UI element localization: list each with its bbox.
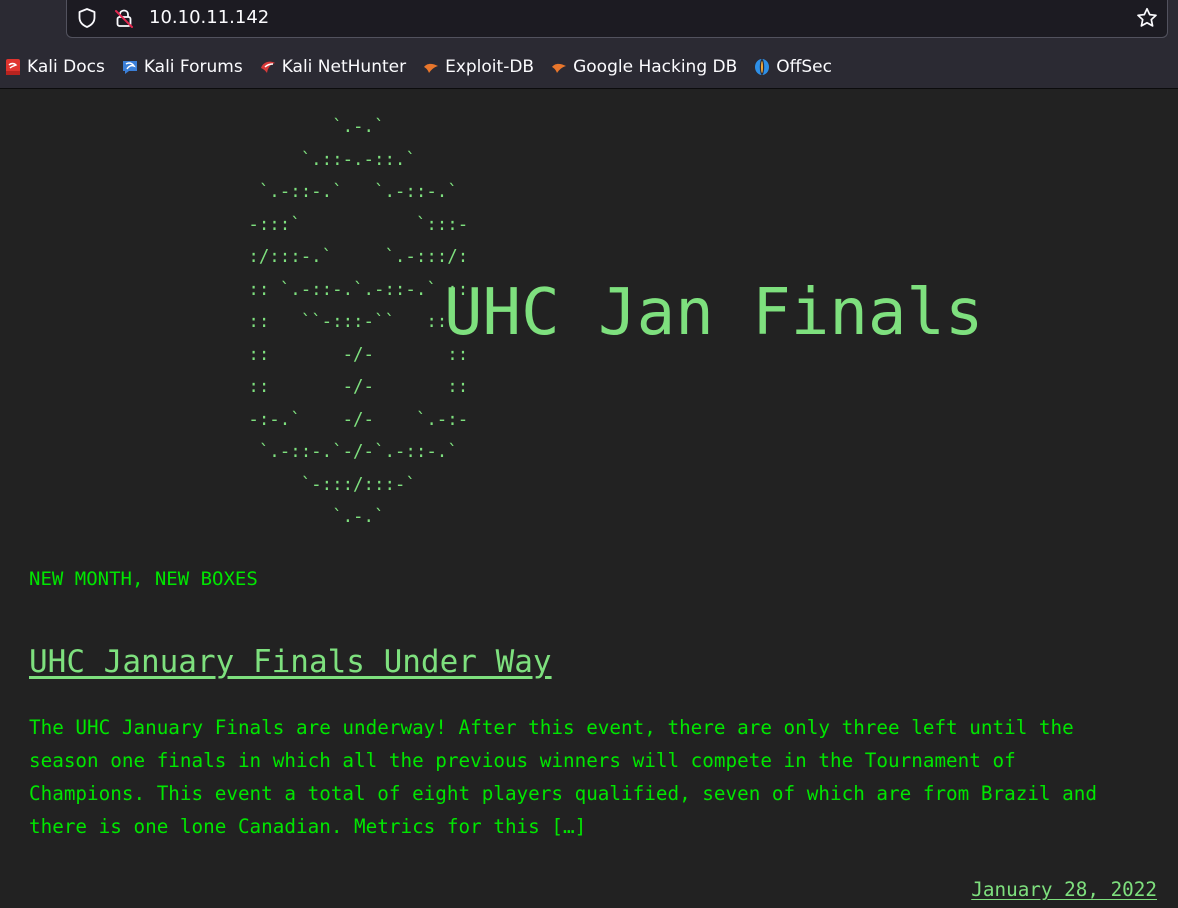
post-excerpt: The UHC January Finals are underway! Aft… [29, 716, 1097, 838]
post-category: NEW MONTH, NEW BOXES [29, 568, 258, 590]
ascii-logo: `.-.` `.::-.-::.` `.-::-.` `.-::-.` -:::… [248, 117, 469, 527]
bookmark-exploit-db[interactable]: Exploit-DB [422, 57, 534, 77]
bookmark-google-hacking-db[interactable]: Google Hacking DB [550, 57, 737, 77]
bookmark-label: OffSec [776, 57, 832, 77]
post-title-link[interactable]: UHC January Finals Under Way [29, 644, 552, 680]
page-content: `.-.` `.::-.-::.` `.-::-.` `.-::-.` -:::… [0, 89, 1178, 908]
bookmark-star-icon[interactable] [1135, 6, 1159, 30]
url-text[interactable]: 10.10.11.142 [149, 7, 269, 29]
bookmark-label: Exploit-DB [445, 57, 535, 77]
bookmark-label: Kali Docs [27, 57, 105, 77]
post-title: UHC January Finals Under Way [29, 642, 552, 682]
google-hacking-db-icon [552, 63, 567, 73]
kali-forums-icon [122, 61, 137, 74]
kali-nethunter-icon [260, 61, 275, 73]
post-date-link[interactable]: January 28, 2022 [971, 877, 1157, 903]
exploit-db-icon [424, 63, 439, 73]
shield-icon[interactable] [76, 7, 98, 29]
bookmark-offsec[interactable]: OffSec [753, 57, 832, 77]
bookmark-kali-nethunter[interactable]: Kali NetHunter [259, 57, 406, 77]
offsec-icon [755, 59, 770, 75]
bookmarks-toolbar: Kali Docs Kali Forums Kali NetHunter Exp… [0, 54, 848, 80]
kali-docs-icon [6, 59, 20, 75]
bookmark-kali-docs[interactable]: Kali Docs [4, 57, 105, 77]
bookmark-label: Kali Forums [143, 57, 243, 77]
url-bar[interactable]: 10.10.11.142 [66, 0, 1168, 38]
bookmark-kali-forums[interactable]: Kali Forums [121, 57, 243, 77]
insecure-lock-icon[interactable] [113, 7, 135, 29]
browser-chrome: 10.10.11.142 Kali Docs Kali Forums Kali … [0, 0, 1178, 89]
bookmark-label: Kali NetHunter [281, 57, 407, 77]
bookmark-label: Google Hacking DB [573, 57, 738, 77]
site-title[interactable]: UHC Jan Finals [444, 275, 983, 351]
